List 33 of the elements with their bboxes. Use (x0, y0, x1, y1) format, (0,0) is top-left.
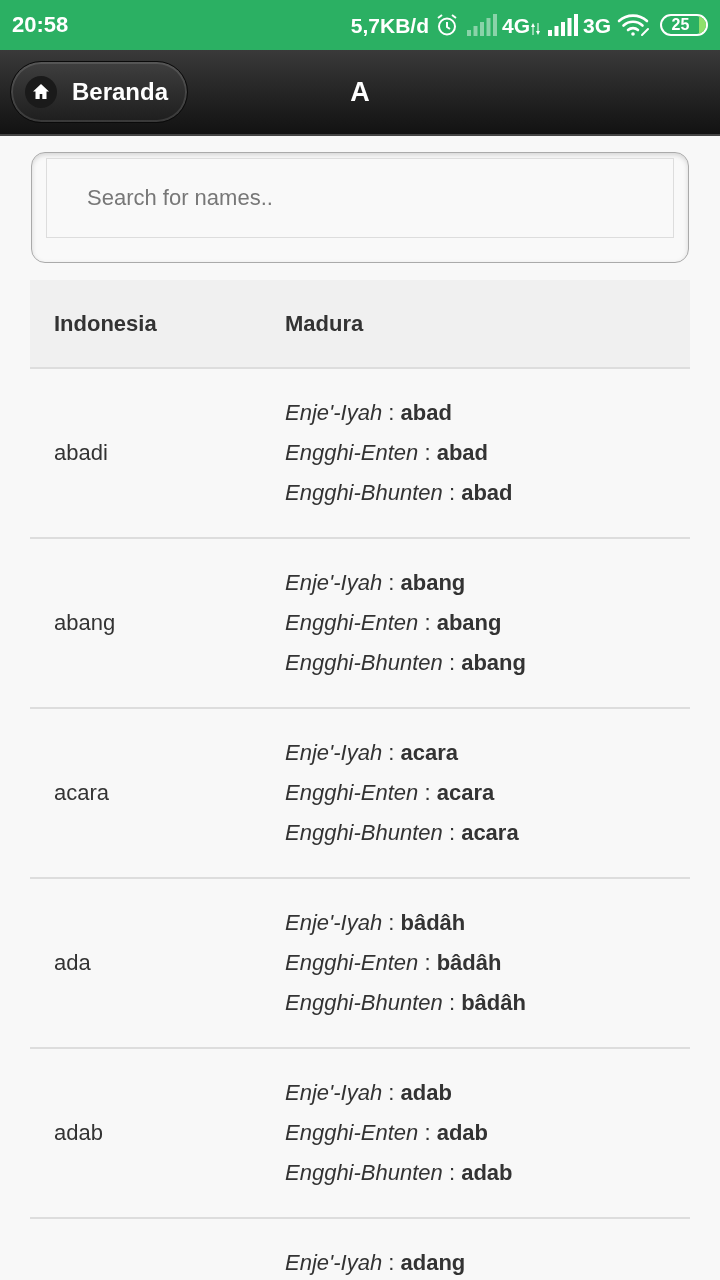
home-button[interactable]: Beranda (10, 61, 188, 123)
translation-line: Engghi-Bhunten : abad (285, 479, 514, 507)
wifi-icon (617, 13, 651, 37)
translation-line: Enje'-Iyah : abad (285, 399, 453, 427)
translation-line: Enje'-Iyah : adang (285, 1249, 467, 1277)
translation-line: Engghi-Enten : acara (285, 779, 496, 807)
table-cell: ada (54, 949, 91, 977)
translation-line: Engghi-Bhunten : acara (285, 819, 520, 847)
translation-line: Engghi-Bhunten : bâdâh (285, 989, 527, 1017)
page-title: A (350, 75, 370, 109)
table-cell: adab (54, 1119, 103, 1147)
home-icon (25, 76, 57, 108)
battery-indicator: 25 (660, 14, 708, 36)
translation-line: Engghi-Bhunten : adab (285, 1159, 514, 1187)
table-cell: acara (54, 779, 110, 807)
translation-line: Engghi-Enten : adab (285, 1119, 490, 1147)
table-cell: abang (54, 609, 116, 637)
translation-line: Enje'-Iyah : adab (285, 1079, 453, 1107)
network-type: 4G (501, 14, 530, 36)
translation-line: Enje'-Iyah : acara (285, 739, 459, 767)
translation-line: Engghi-Enten : abad (285, 439, 490, 467)
network-speed: 5,7KB/d (350, 14, 429, 36)
network-type: 3G (583, 14, 611, 36)
status-time: 20:58 (12, 14, 69, 36)
column-header: Madura (284, 310, 365, 338)
translation-line: Engghi-Bhunten : abang (285, 649, 527, 677)
translation-line: Enje'-Iyah : abang (285, 569, 467, 597)
search-field[interactable]: Search for names.. (46, 158, 674, 238)
translation-line: Engghi-Enten : bâdâh (285, 949, 503, 977)
column-header: Indonesia (53, 310, 158, 338)
translation-line: Enje'-Iyah : bâdâh (285, 909, 467, 937)
translation-line: Engghi-Enten : abang (285, 609, 503, 637)
table-cell: abadi (54, 439, 108, 467)
